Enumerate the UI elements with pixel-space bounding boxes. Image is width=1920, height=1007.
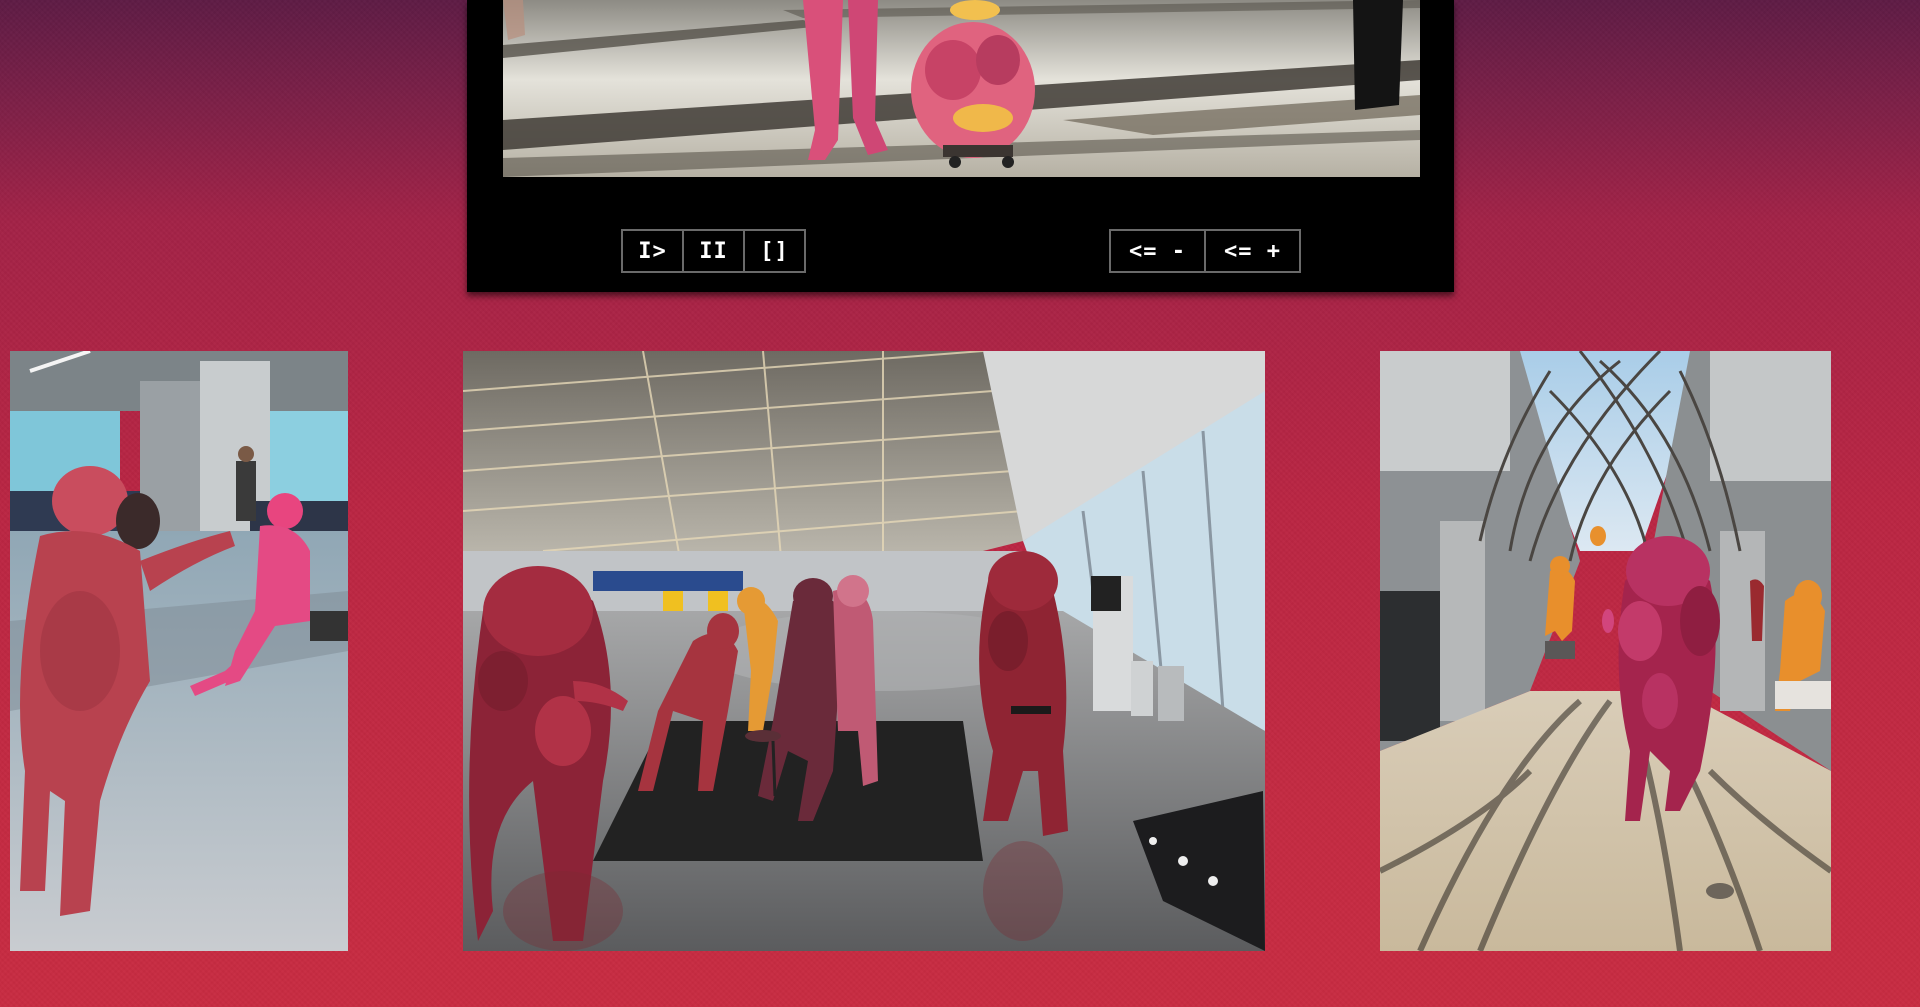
speed-controls: <= - <= + (1109, 229, 1301, 273)
play-button[interactable]: I> (621, 229, 684, 273)
rewind-faster-button[interactable]: <= + (1204, 229, 1301, 273)
pause-button[interactable]: II (682, 229, 745, 273)
terminal-hall-figures-image (463, 351, 1265, 951)
video-frame[interactable] (503, 0, 1420, 177)
gallery-image-terminal-hall[interactable] (463, 351, 1265, 951)
gallery-image-airport-gate[interactable] (10, 351, 348, 951)
fullscreen-button[interactable]: [] (743, 229, 806, 273)
rewind-slower-button[interactable]: <= - (1109, 229, 1206, 273)
video-still-airport-floor (503, 0, 1420, 177)
gallery-image-walkway[interactable] (1380, 351, 1831, 951)
airport-gate-figures-image (10, 351, 348, 951)
video-player: I> II [] <= - <= + (467, 0, 1454, 292)
walkway-figures-image (1380, 351, 1831, 951)
playback-controls: I> II [] (621, 229, 806, 273)
